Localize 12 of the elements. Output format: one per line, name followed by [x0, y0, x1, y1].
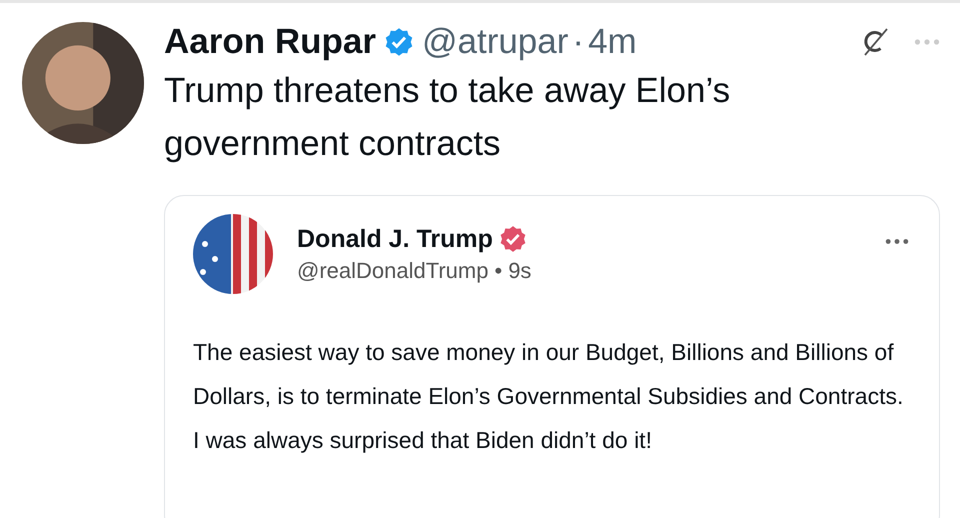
post-time[interactable]: 9s — [508, 258, 532, 284]
quoted-post-text: The easiest way to save money in our Budget, Billions and Billions of Dollars, is to terminate Elon’s Governmental Subsidies and Contracts. I was always surprised that Biden didn’t do it! — [193, 338, 904, 455]
author-name[interactable]: Aaron Rupar — [164, 22, 376, 62]
more-icon[interactable] — [885, 238, 909, 245]
author-name[interactable]: Donald J. Trump — [297, 224, 493, 254]
author-handle[interactable]: @atrupar — [422, 22, 568, 62]
separator-dot: · — [572, 22, 584, 62]
separator-dot: • — [494, 258, 502, 284]
author-handle[interactable]: @realDonaldTrump — [297, 258, 488, 284]
post-text: Trump threatens to take away Elon’s government contracts — [164, 70, 732, 165]
post-time[interactable]: 4m — [588, 22, 637, 62]
quoted-post-card[interactable] — [164, 195, 940, 518]
